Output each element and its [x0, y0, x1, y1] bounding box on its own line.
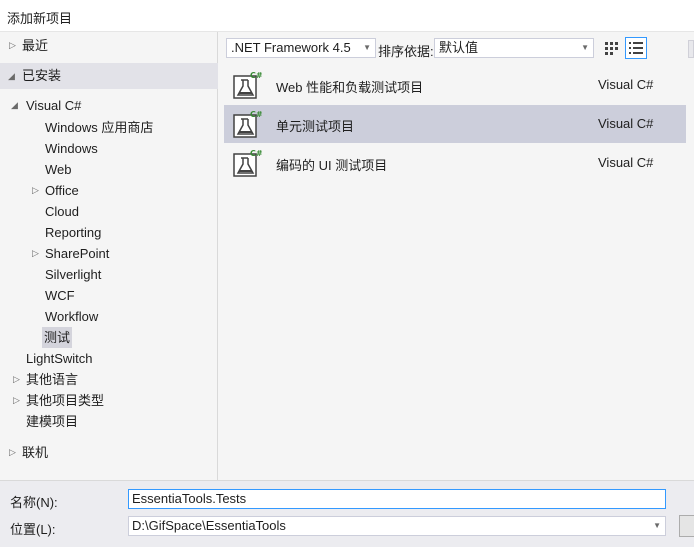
- expand-arrow-icon[interactable]: ▷: [9, 442, 16, 463]
- expand-arrow-icon[interactable]: ▷: [32, 180, 39, 201]
- tree-item-other-project-types[interactable]: ▷ 其他项目类型: [0, 390, 218, 411]
- browse-button[interactable]: [679, 515, 694, 537]
- tree-item-label: Office: [45, 183, 79, 198]
- window-title: 添加新项目: [7, 11, 73, 26]
- framework-dropdown[interactable]: .NET Framework 4.5 ▼: [226, 38, 376, 58]
- template-language: Visual C#: [598, 116, 654, 131]
- tree-item-label: Cloud: [45, 204, 79, 219]
- test-project-icon: C#: [233, 71, 262, 99]
- tree-item-label: Visual C#: [26, 98, 82, 113]
- small-icons-view-button[interactable]: [601, 37, 623, 59]
- tree-item-label: Workflow: [45, 309, 99, 324]
- collapse-arrow-icon[interactable]: ◢: [11, 95, 18, 116]
- expand-arrow-icon[interactable]: ▷: [13, 369, 20, 390]
- svg-text:C#: C#: [250, 149, 262, 158]
- chevron-down-icon: ▼: [363, 43, 371, 52]
- template-item-unit-test[interactable]: C# 单元测试项目 Visual C#: [224, 105, 686, 143]
- tree-item-label: 其他项目类型: [26, 393, 105, 408]
- chevron-down-icon: ▼: [653, 521, 661, 530]
- tree-item-label: Reporting: [45, 225, 102, 240]
- tree-item-label: Silverlight: [45, 267, 102, 282]
- location-label: 位置(L):: [10, 522, 56, 537]
- test-project-icon: C#: [233, 149, 262, 177]
- details-pane-edge[interactable]: [688, 40, 694, 58]
- tree-item-visual-csharp[interactable]: ◢ Visual C#: [0, 95, 218, 116]
- expand-arrow-icon[interactable]: ▷: [9, 35, 16, 56]
- template-name: 编码的 UI 测试项目: [276, 158, 388, 173]
- test-project-icon: C#: [233, 110, 262, 138]
- template-language: Visual C#: [598, 155, 654, 170]
- tree-item-label: 其他语言: [26, 372, 79, 387]
- svg-text:C#: C#: [250, 71, 262, 80]
- location-dropdown-value: D:\GifSpace\EssentiaTools: [132, 518, 286, 533]
- expand-arrow-icon[interactable]: ▷: [13, 390, 20, 411]
- tree-item-recent[interactable]: ▷ 最近: [0, 35, 218, 56]
- grid-view-icon: [605, 42, 618, 55]
- collapse-arrow-icon[interactable]: ◢: [8, 63, 15, 89]
- svg-text:C#: C#: [250, 110, 262, 119]
- name-input[interactable]: EssentiaTools.Tests: [128, 489, 666, 509]
- list-view-icon: [629, 42, 643, 54]
- tree-item-label: 已安装: [22, 68, 62, 83]
- tree-item-label: 建模项目: [26, 414, 79, 429]
- tree-item-label: 联机: [22, 445, 49, 460]
- tree-item-label: SharePoint: [45, 246, 110, 261]
- name-input-value: EssentiaTools.Tests: [132, 491, 247, 506]
- template-tree: ▷ 最近 ◢ 已安装 ◢ Visual C# Windows 应用商店 Wind…: [0, 32, 218, 480]
- tree-item-online[interactable]: ▷ 联机: [0, 442, 218, 463]
- template-name: 单元测试项目: [276, 119, 355, 134]
- tree-item-other-languages[interactable]: ▷ 其他语言: [0, 369, 218, 390]
- chevron-down-icon: ▼: [581, 43, 589, 52]
- details-view-button[interactable]: [625, 37, 647, 59]
- sort-dropdown[interactable]: 默认值 ▼: [434, 38, 594, 58]
- template-item-coded-ui-test[interactable]: C# 编码的 UI 测试项目 Visual C#: [224, 144, 686, 182]
- sort-dropdown-value: 默认值: [439, 40, 479, 55]
- tree-item-label: LightSwitch: [26, 351, 93, 366]
- tree-item-label: Web: [45, 162, 72, 177]
- template-pane: .NET Framework 4.5 ▼ 排序依据: 默认值 ▼ C# Web …: [222, 32, 694, 480]
- tree-item-label: 最近: [22, 38, 49, 53]
- expand-arrow-icon[interactable]: ▷: [32, 243, 39, 264]
- template-item-web-performance[interactable]: C# Web 性能和负载测试项目 Visual C#: [224, 66, 686, 104]
- sort-label: 排序依据:: [378, 44, 434, 59]
- tree-item-installed[interactable]: ◢ 已安装: [0, 63, 218, 89]
- title-bar: 添加新项目: [0, 0, 694, 32]
- template-name: Web 性能和负载测试项目: [276, 80, 424, 95]
- template-language: Visual C#: [598, 77, 654, 92]
- tree-item-label: Windows: [45, 141, 98, 156]
- project-form: 名称(N): EssentiaTools.Tests 位置(L): D:\Gif…: [0, 480, 694, 547]
- template-toolbar: .NET Framework 4.5 ▼ 排序依据: 默认值 ▼: [222, 32, 694, 64]
- framework-dropdown-value: .NET Framework 4.5: [231, 40, 351, 55]
- tree-item-label: 测试: [42, 327, 73, 348]
- tree-item-label: Windows 应用商店: [45, 120, 154, 135]
- tree-item-label: WCF: [45, 288, 75, 303]
- name-label: 名称(N):: [10, 495, 58, 510]
- tree-item-sharepoint[interactable]: ▷ SharePoint: [0, 243, 218, 264]
- tree-item-office[interactable]: ▷ Office: [0, 180, 218, 201]
- location-dropdown[interactable]: D:\GifSpace\EssentiaTools ▼: [128, 516, 666, 536]
